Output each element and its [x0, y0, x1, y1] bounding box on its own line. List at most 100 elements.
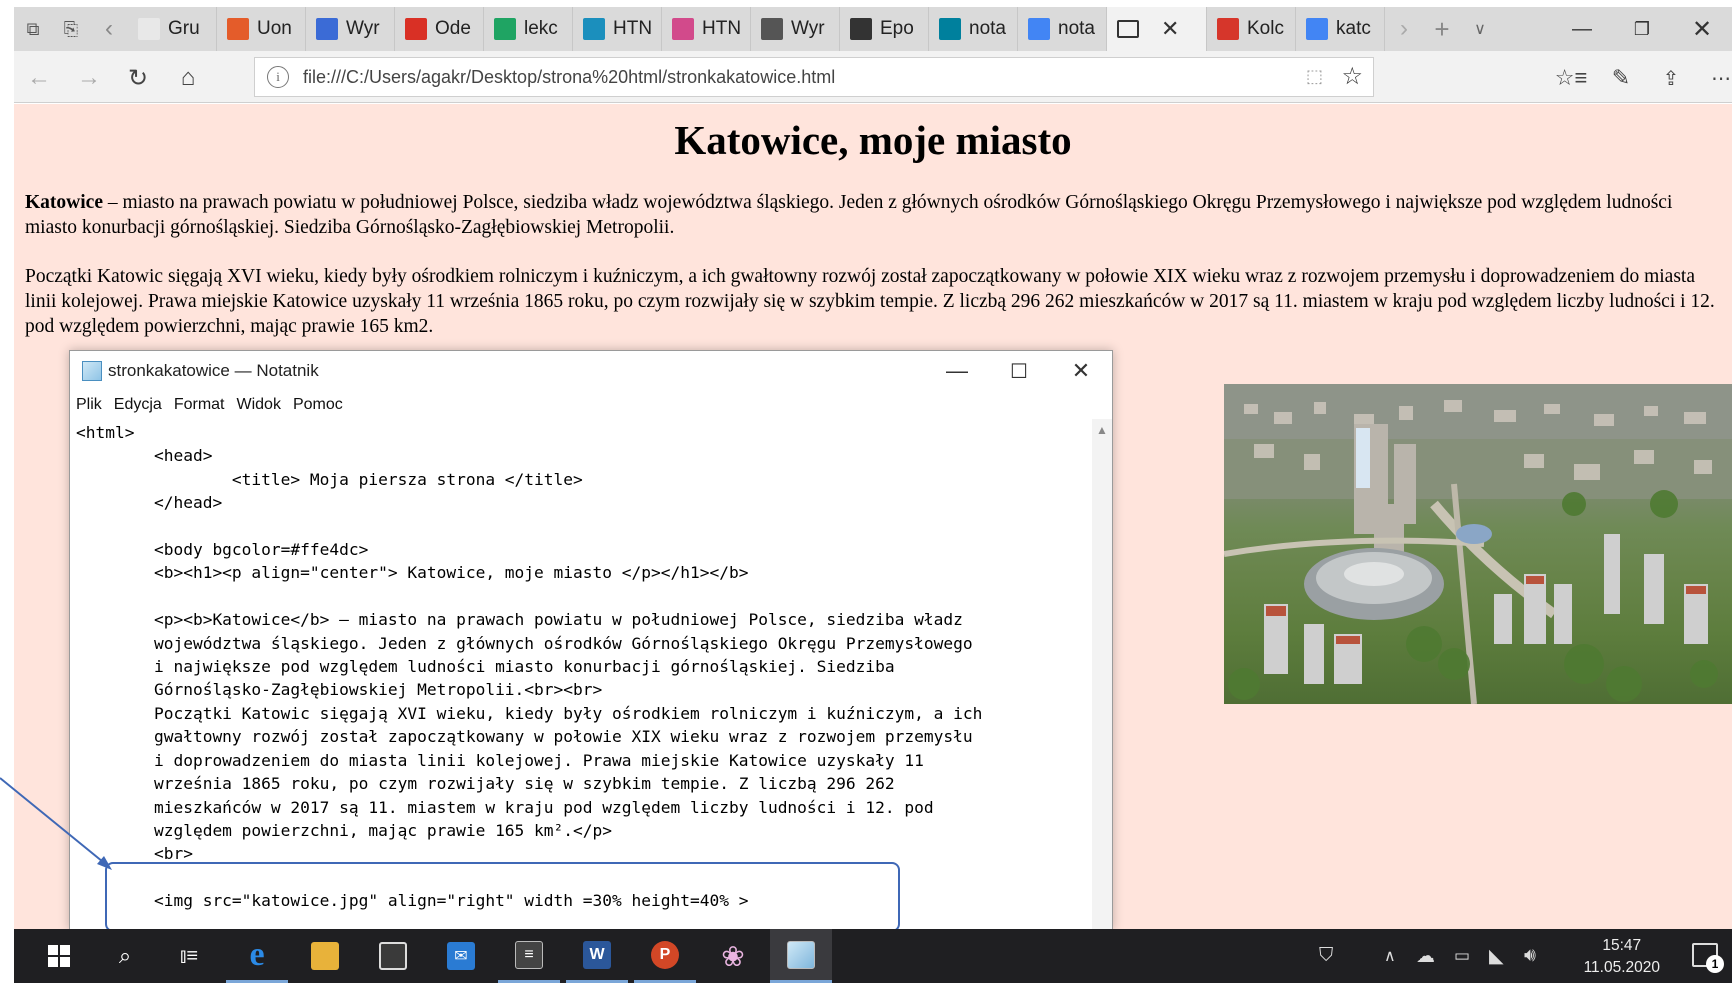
forward-button[interactable]: → — [72, 61, 106, 95]
browser-tab[interactable]: Wyr — [751, 7, 840, 51]
tab-list: Gru Uon Wyr Ode lekc HTN HTN Wyr Epo nota nota ✕ Kol… — [128, 7, 1385, 51]
tab-label: nota — [1058, 18, 1095, 39]
tabs-scroll-right-icon[interactable]: › — [1385, 7, 1423, 51]
tab-label: lekc — [524, 18, 558, 39]
refresh-button[interactable]: ↻ — [121, 61, 155, 95]
close-window-button[interactable]: ✕ — [1672, 7, 1732, 51]
store-icon[interactable] — [362, 929, 424, 983]
action-center-icon[interactable]: 1 — [1692, 943, 1724, 973]
wifi-icon[interactable]: ◣ — [1489, 929, 1504, 983]
more-menu-icon[interactable]: ⋯ — [1704, 61, 1732, 95]
browser-tab-strip: ⧉ ⎘ ‹ Gru Uon Wyr Ode lekc HTN HTN Wyr Epo nota no… — [14, 7, 1732, 51]
city-illustration — [1224, 384, 1732, 704]
menu-edycja[interactable]: Edycja — [114, 396, 162, 414]
set-aside-tabs-icon[interactable]: ⎘ — [52, 7, 90, 51]
office-icon — [227, 18, 249, 40]
onedrive-cloud-icon[interactable]: ☁ — [1416, 929, 1435, 983]
html-source-code: <html> <head> <title> Moja piersza stron… — [76, 423, 983, 911]
restore-window-button[interactable]: ❐ — [1612, 7, 1672, 51]
notepad-maximize-button[interactable]: ☐ — [988, 351, 1050, 391]
tab-actions-icon[interactable]: ⧉ — [14, 7, 52, 51]
start-windows-icon[interactable] — [28, 929, 90, 983]
home-button[interactable]: ⌂ — [171, 61, 205, 95]
paint-icon[interactable]: ❀ — [702, 929, 764, 983]
notepad-minimize-button[interactable]: — — [926, 351, 988, 391]
browser-toolbar: ← → ↻ ⌂ i file:///C:/Users/agakr/Desktop… — [14, 51, 1732, 103]
file-explorer-icon[interactable] — [294, 929, 356, 983]
calculator-icon[interactable]: ≡ — [498, 929, 560, 983]
favorite-star-icon[interactable]: ☆ — [1341, 62, 1363, 91]
notepad-text-area[interactable]: <html> <head> <title> Moja piersza stron… — [70, 419, 1092, 929]
share-icon[interactable]: ⇪ — [1654, 61, 1688, 95]
task-view-icon[interactable]: ⫾≡ — [158, 929, 220, 983]
menu-widok[interactable]: Widok — [236, 396, 280, 414]
browser-tab[interactable]: HTN — [662, 7, 751, 51]
browser-tab[interactable]: Gru — [128, 7, 217, 51]
show-hidden-icons-chevron-icon[interactable]: ∧ — [1384, 929, 1396, 983]
battery-icon[interactable]: ▭ — [1454, 929, 1470, 983]
tab-active[interactable]: ✕ — [1107, 7, 1207, 51]
browser-tab[interactable]: Wyr — [306, 7, 395, 51]
word-icon[interactable]: W — [566, 929, 628, 983]
edge-browser-icon[interactable]: e — [226, 929, 288, 983]
clock[interactable]: 15:47 11.05.2020 — [1584, 935, 1660, 979]
browser-tab[interactable]: Kolc — [1207, 7, 1296, 51]
history-paragraph: Początki Katowic sięgają XVI wieku, kied… — [25, 266, 1715, 337]
parrot-icon — [583, 18, 605, 40]
notepad-title-bar[interactable]: stronkakatowice — Notatnik — ☐ ✕ — [70, 351, 1112, 391]
tabs-scroll-left-icon[interactable]: ‹ — [90, 7, 128, 51]
menu-pomoc[interactable]: Pomoc — [293, 396, 343, 414]
close-tab-icon[interactable]: ✕ — [1161, 16, 1179, 42]
bing-icon — [939, 18, 961, 40]
gmail-icon — [405, 18, 427, 40]
pdf-icon — [1217, 18, 1239, 40]
notepad-menu-bar: Plik Edycja Format Widok Pomoc — [70, 391, 1112, 419]
search-icon[interactable]: ⌕ — [94, 929, 156, 983]
browser-tab[interactable]: HTN — [573, 7, 662, 51]
screen: ⧉ ⎘ ‹ Gru Uon Wyr Ode lekc HTN HTN Wyr Epo nota no… — [0, 0, 1732, 983]
menu-format[interactable]: Format — [174, 396, 225, 414]
tab-label: Uon — [257, 18, 292, 39]
city-name-bold: Katowice — [25, 192, 103, 213]
page-icon — [1117, 20, 1139, 38]
tab-label: Gru — [168, 18, 200, 39]
browser-tab[interactable]: Epo — [840, 7, 929, 51]
browser-tab[interactable]: Ode — [395, 7, 484, 51]
tab-label: HTN — [702, 18, 742, 39]
browser-tab[interactable]: Uon — [217, 7, 306, 51]
minimize-window-button[interactable]: — — [1552, 7, 1612, 51]
intro-text: – miasto na prawach powiatu w południowe… — [25, 192, 1673, 238]
img-tag-highlight-box — [105, 862, 900, 932]
google-icon — [1306, 18, 1328, 40]
pen-notes-icon[interactable]: ✎ — [1604, 61, 1638, 95]
browser-tab[interactable]: katc — [1296, 7, 1385, 51]
notification-count-badge: 1 — [1706, 955, 1724, 973]
site-info-icon[interactable]: i — [267, 66, 289, 88]
tab-label: Wyr — [791, 18, 825, 39]
people-icon[interactable]: ⛉ — [1319, 929, 1333, 983]
volume-icon[interactable]: 🔊︎ — [1524, 929, 1536, 983]
tab-preview-chevron-icon[interactable]: ∨ — [1461, 7, 1499, 51]
powerpoint-icon[interactable]: P — [634, 929, 696, 983]
tab-label: Wyr — [346, 18, 380, 39]
address-bar[interactable]: i file:///C:/Users/agakr/Desktop/strona%… — [254, 57, 1374, 97]
browser-tab[interactable]: nota — [1018, 7, 1107, 51]
mail-icon[interactable]: ✉ — [430, 929, 492, 983]
browser-tab[interactable]: nota — [929, 7, 1018, 51]
browser-tab[interactable]: lekc — [484, 7, 573, 51]
book-icon — [850, 18, 872, 40]
notepad-vertical-scrollbar[interactable]: ▲ — [1092, 419, 1112, 929]
notepad-close-button[interactable]: ✕ — [1050, 351, 1112, 391]
tab-label: Epo — [880, 18, 914, 39]
favorites-list-icon[interactable]: ☆≡ — [1554, 61, 1588, 95]
notepad-taskbar-icon[interactable] — [770, 929, 832, 983]
reading-view-icon[interactable]: ⬚ — [1306, 66, 1323, 87]
new-tab-icon[interactable]: + — [1423, 7, 1461, 51]
notepad-window[interactable]: stronkakatowice — Notatnik — ☐ ✕ Plik Ed… — [69, 350, 1113, 930]
scroll-up-arrow-icon[interactable]: ▲ — [1096, 423, 1108, 437]
wikipedia-icon — [761, 18, 783, 40]
menu-plik[interactable]: Plik — [76, 396, 102, 414]
tab-label: katc — [1336, 18, 1371, 39]
back-button[interactable]: ← — [22, 61, 56, 95]
contact-card-icon — [316, 18, 338, 40]
